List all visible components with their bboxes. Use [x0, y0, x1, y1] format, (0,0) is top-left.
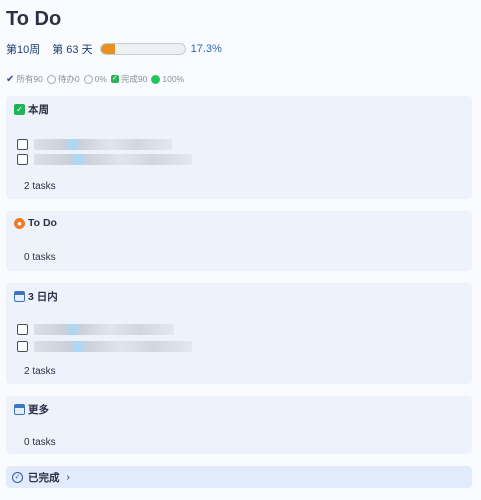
filter-label: 100% — [162, 74, 185, 84]
green-check-icon: ✓ — [14, 104, 25, 115]
chevron-right-icon: › — [66, 471, 70, 483]
task-row — [17, 153, 192, 165]
task-count: 0 tasks — [24, 252, 56, 263]
section-title: 更多 — [28, 404, 49, 416]
task-checkbox[interactable] — [17, 138, 28, 150]
filter-todo[interactable]: 待办0 — [46, 73, 80, 85]
progress-row: 第10周 第 63 天 17.3% — [6, 41, 222, 57]
task-row — [17, 138, 172, 150]
redacted-task-text[interactable] — [34, 138, 172, 150]
section-header[interactable]: 更多 — [14, 402, 49, 417]
section-header[interactable]: ✓ 本周 — [14, 102, 49, 117]
task-count: 2 tasks — [24, 366, 56, 377]
task-row — [17, 340, 192, 352]
filter-todo-percent[interactable]: 0% — [83, 74, 107, 84]
circle-check-icon: ✓ — [12, 471, 23, 483]
filter-done-percent[interactable]: 100% — [151, 74, 184, 84]
section-title: 本周 — [28, 104, 49, 116]
filter-label: 0% — [94, 74, 107, 84]
progress-bar — [99, 43, 186, 55]
completed-toggle[interactable]: ✓ 已完成 › — [6, 466, 472, 488]
filter-all[interactable]: ✔ 所有90 — [6, 73, 43, 85]
filter-label: 完成90 — [120, 74, 148, 84]
calendar-icon — [14, 291, 25, 302]
progress-fill — [100, 44, 116, 54]
section-three-days: 3 日内 2 tasks — [6, 283, 472, 384]
radio-icon — [83, 74, 93, 84]
section-title: To Do — [28, 217, 57, 229]
check-icon: ✔ — [6, 73, 15, 85]
section-header[interactable]: ● To Do — [14, 217, 57, 229]
task-row — [17, 323, 174, 335]
filter-label: 待办0 — [57, 74, 80, 84]
radio-icon — [46, 74, 56, 84]
redacted-task-text[interactable] — [34, 340, 192, 352]
day-label: 第 63 天 — [52, 44, 93, 56]
section-todo: ● To Do 0 tasks — [6, 211, 472, 271]
checkbox-icon: ✓ — [110, 75, 119, 83]
section-more: 更多 0 tasks — [6, 396, 472, 454]
fox-icon: ● — [14, 217, 25, 229]
page-title: To Do — [6, 8, 62, 30]
filter-label: 所有90 — [16, 74, 43, 84]
task-checkbox[interactable] — [17, 323, 28, 335]
task-count: 2 tasks — [24, 181, 56, 192]
filter-done[interactable]: ✓ 完成90 — [110, 73, 148, 85]
redacted-task-text[interactable] — [34, 323, 174, 335]
section-title: 3 日内 — [28, 291, 58, 303]
week-label: 第10周 — [6, 44, 41, 56]
task-checkbox[interactable] — [17, 153, 28, 165]
task-checkbox[interactable] — [17, 340, 28, 352]
task-count: 0 tasks — [24, 437, 56, 448]
green-dot-icon — [151, 74, 161, 84]
redacted-task-text[interactable] — [34, 153, 192, 165]
filter-bar: ✔ 所有90 待办0 0% ✓ 完成90 100% — [6, 72, 188, 86]
completed-label: 已完成 — [28, 471, 60, 484]
section-this-week: ✓ 本周 2 tasks — [6, 96, 472, 199]
progress-percent: 17.3% — [190, 43, 222, 55]
section-header[interactable]: 3 日内 — [14, 289, 58, 304]
calendar-icon — [14, 404, 25, 415]
